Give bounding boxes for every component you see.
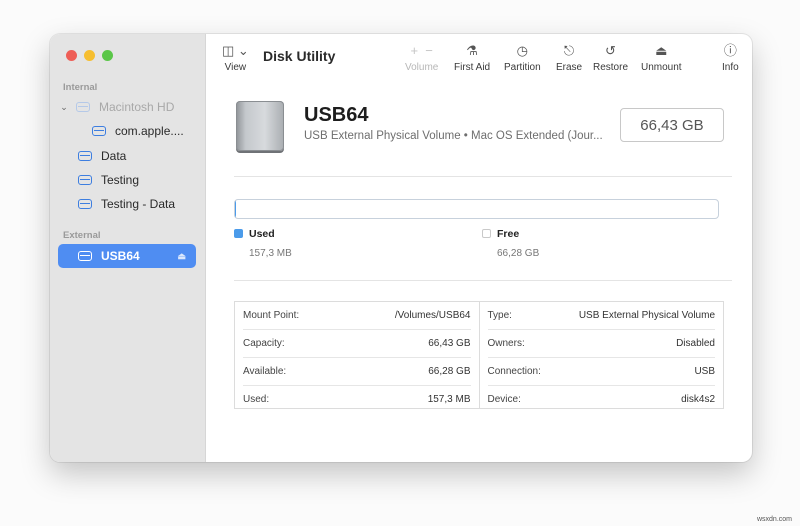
used-swatch [234, 229, 243, 238]
free-value: 66,28 GB [497, 248, 540, 259]
sidebar-item-label: Data [101, 149, 127, 163]
eject-icon[interactable]: ⏏ [177, 251, 186, 262]
sidebar-toggle-icon: ◫ ⌄ [222, 43, 249, 58]
add-icon[interactable]: + [410, 43, 418, 58]
disk-icon [76, 102, 90, 112]
info-row-owners: Owners: Disabled [487, 330, 715, 358]
info-column-left: Mount Point:/Volumes/USB64 Capacity: 66,4… [235, 302, 479, 408]
free-swatch [482, 229, 491, 238]
usage-bar [234, 199, 719, 219]
info-button[interactable]: ⓘ Info [722, 42, 739, 73]
info-row-type: Type: USB External Physical Volume [487, 302, 715, 330]
sidebar-item-label: Testing [101, 173, 140, 187]
volume-header: USB64 USB External Physical Volume • Mac… [234, 96, 724, 156]
sidebar-item-data[interactable]: Data [58, 144, 196, 168]
info-row-device: Device: disk4s2 [487, 394, 716, 405]
info-row-used: Used: 157,3 MB [243, 394, 471, 405]
unmount-button[interactable]: ⏏ Unmount [641, 42, 682, 73]
sidebar-item-testing[interactable]: Testing [58, 168, 196, 192]
toolbar: ◫ ⌄ View Disk Utility + − Volume ⚗ First… [206, 34, 752, 86]
info-row-connection: Connection: USB [487, 358, 715, 386]
usage-bar-used-fill [235, 200, 237, 218]
disk-icon [78, 199, 92, 209]
minimize-button[interactable] [84, 50, 95, 61]
stethoscope-icon: ⚗ [466, 43, 478, 58]
volume-subtitle: USB External Physical Volume • Mac OS Ex… [304, 130, 603, 142]
pie-icon: ◷ [516, 43, 529, 58]
info-row-mount-point: Mount Point:/Volumes/USB64 [243, 302, 471, 330]
erase-icon: ⎋ [563, 43, 575, 58]
sidebar-item-testing-data[interactable]: Testing - Data [58, 192, 196, 216]
sidebar-item-label: com.apple.... [115, 124, 184, 138]
disk-icon [78, 175, 92, 185]
sidebar: Internal ⌄ Macintosh HD com.apple.... Da… [50, 34, 206, 462]
close-button[interactable] [66, 50, 77, 61]
legend-free: Free 66,28 GB [482, 228, 539, 259]
legend-used: Used 157,3 MB [234, 228, 292, 259]
volume-button[interactable]: + − Volume [405, 42, 438, 73]
info-column-right: Type: USB External Physical Volume Owners… [478, 302, 724, 408]
sidebar-item-macintosh-hd[interactable]: ⌄ Macintosh HD [58, 95, 196, 119]
section-label-internal: Internal [63, 82, 98, 93]
erase-button[interactable]: ⎋ Erase [556, 42, 582, 73]
disk-utility-window: Internal ⌄ Macintosh HD com.apple.... Da… [50, 34, 752, 462]
restore-icon: ↺ [605, 43, 616, 58]
used-value: 157,3 MB [249, 248, 292, 259]
zoom-button[interactable] [102, 50, 113, 61]
divider [234, 280, 732, 281]
view-button[interactable]: ◫ ⌄ View [222, 42, 249, 73]
disk-icon [78, 251, 92, 261]
divider [234, 176, 732, 177]
section-label-external: External [63, 230, 101, 241]
window-controls [66, 50, 113, 61]
sidebar-item-label: USB64 [101, 249, 140, 263]
info-row-available: Available: 66,28 GB [243, 358, 471, 386]
sidebar-item-label: Testing - Data [101, 197, 176, 211]
restore-button[interactable]: ↺ Restore [593, 42, 628, 73]
external-drive-icon [236, 101, 284, 151]
sidebar-item-com-apple[interactable]: com.apple.... [58, 119, 196, 143]
unmount-icon: ⏏ [655, 43, 668, 58]
volume-name: USB64 [304, 104, 369, 126]
disk-icon [78, 151, 92, 161]
partition-button[interactable]: ◷ Partition [504, 42, 541, 73]
main-panel: ◫ ⌄ View Disk Utility + − Volume ⚗ First… [206, 34, 752, 462]
info-icon: ⓘ [723, 43, 737, 58]
sidebar-item-usb64[interactable]: USB64 ⏏ [58, 244, 196, 268]
info-table: Mount Point:/Volumes/USB64 Capacity: 66,4… [234, 301, 724, 409]
info-row-capacity: Capacity: 66,43 GB [243, 330, 471, 358]
volume-size: 66,43 GB [620, 108, 724, 142]
sidebar-item-label: Macintosh HD [99, 100, 175, 114]
remove-icon[interactable]: − [425, 43, 433, 58]
chevron-down-icon[interactable]: ⌄ [58, 102, 70, 113]
watermark: wsxdn.com [756, 516, 792, 523]
app-title: Disk Utility [263, 48, 336, 64]
first-aid-button[interactable]: ⚗ First Aid [454, 42, 490, 73]
disk-icon [92, 126, 106, 136]
